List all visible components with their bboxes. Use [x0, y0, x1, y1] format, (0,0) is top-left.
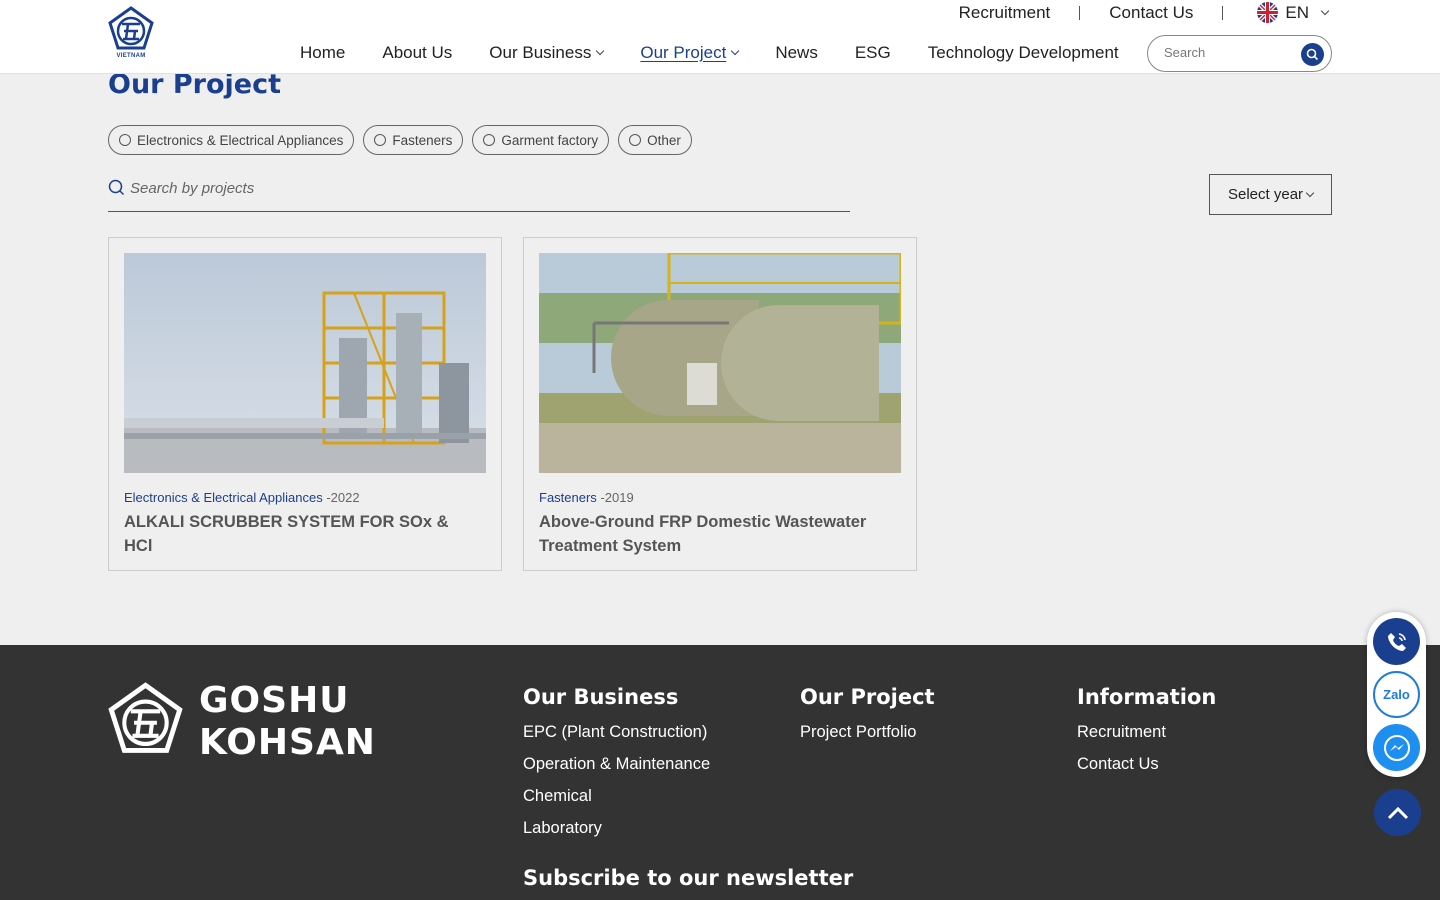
nav-home[interactable]: Home	[300, 43, 345, 63]
filter-other[interactable]: Other	[618, 125, 692, 155]
zalo-button[interactable]: Zalo	[1373, 671, 1420, 718]
nav-technology-development[interactable]: Technology Development	[928, 43, 1119, 63]
year-select-label: Select year	[1228, 186, 1304, 203]
chevron-down-icon	[731, 46, 740, 56]
footer-logo[interactable]	[108, 682, 183, 762]
nav-tech-label: Technology Development	[927, 43, 1119, 62]
header-search-button[interactable]	[1301, 43, 1324, 66]
nav-home-label: Home	[300, 43, 346, 62]
chevron-down-icon	[1320, 6, 1330, 15]
year-select[interactable]: Select year	[1209, 174, 1332, 215]
nav-esg-label: ESG	[854, 43, 891, 62]
nav-news-label: News	[775, 43, 818, 62]
logo-caption: VIETNAM	[116, 53, 146, 59]
project-search	[108, 178, 850, 212]
project-image-scrubber[interactable]	[124, 253, 486, 473]
nav-about-us[interactable]: About Us	[382, 43, 452, 63]
project-category[interactable]: Electronics & Electrical Appliances	[124, 490, 323, 505]
uk-flag-icon	[1257, 2, 1279, 23]
filter-fasteners[interactable]: Fasteners	[363, 125, 464, 155]
header-search-input[interactable]	[1164, 45, 1294, 60]
language-label: EN	[1285, 2, 1309, 22]
project-title[interactable]: ALKALI SCRUBBER SYSTEM FOR SOx & HCl	[124, 510, 474, 558]
filter-label: Fasteners	[392, 132, 453, 148]
header-search	[1147, 35, 1332, 72]
back-to-top-button[interactable]	[1374, 789, 1421, 836]
project-card[interactable]: Fasteners -2019 Above-Ground FRP Domesti…	[523, 237, 917, 571]
radio-icon	[119, 134, 131, 146]
radio-icon	[629, 134, 642, 146]
chevron-down-icon	[1305, 188, 1315, 198]
main-nav: Home About Us Our Business Our Project N…	[300, 43, 1119, 63]
project-image-wastewater[interactable]	[539, 253, 901, 473]
footer-heading: Our Project	[800, 685, 935, 709]
footer-link[interactable]: Project Portfolio	[800, 723, 935, 742]
language-switcher[interactable]: EN	[1257, 2, 1330, 23]
site-footer: GOSHU KOHSAN Our Business EPC (Plant Con…	[0, 645, 1440, 900]
messenger-icon	[1383, 734, 1410, 761]
top-utility-bar: Recruitment Contact Us EN	[959, 2, 1330, 23]
footer-link[interactable]: EPC (Plant Construction)	[523, 723, 710, 742]
brand-line-1: GOSHU	[199, 680, 350, 721]
project-card[interactable]: Electronics & Electrical Appliances -202…	[108, 237, 502, 571]
filter-garment-factory[interactable]: Garment factory	[472, 125, 610, 155]
filter-label: Other	[647, 132, 681, 148]
brand-line-2: KOHSAN	[199, 722, 376, 763]
nav-project-label: Our Project	[640, 43, 727, 62]
radio-icon	[374, 134, 387, 146]
phone-icon	[1387, 632, 1406, 651]
floating-contact-panel: Zalo	[1367, 612, 1426, 777]
project-search-input[interactable]	[130, 180, 730, 197]
category-filters: Electronics & Electrical Appliances Fast…	[108, 125, 692, 155]
footer-link[interactable]: Laboratory	[523, 819, 710, 838]
divider	[1222, 5, 1224, 20]
newsletter-heading: Subscribe to our newsletter	[523, 866, 854, 890]
messenger-button[interactable]	[1373, 724, 1420, 771]
footer-link[interactable]: Operation & Maintenance	[523, 755, 710, 774]
project-title[interactable]: Above-Ground FRP Domestic Wastewater Tre…	[539, 510, 889, 558]
logo-pentagon-icon	[108, 6, 154, 50]
footer-col-information: Information Recruitment Contact Us	[1077, 685, 1216, 787]
site-header: VIETNAM Recruitment Contact Us EN Home A…	[0, 0, 1440, 74]
top-link-contact[interactable]: Contact Us	[1109, 3, 1193, 23]
nav-esg[interactable]: ESG	[855, 43, 891, 63]
footer-heading: Information	[1077, 685, 1217, 709]
phone-button[interactable]	[1373, 618, 1420, 665]
radio-icon	[483, 134, 496, 146]
nav-our-project[interactable]: Our Project	[640, 43, 740, 63]
zalo-label: Zalo	[1383, 687, 1410, 702]
project-year: -2019	[600, 490, 634, 505]
search-icon	[1306, 48, 1319, 61]
footer-link[interactable]: Contact Us	[1077, 755, 1216, 774]
footer-col-project: Our Project Project Portfolio	[800, 685, 935, 755]
top-link-recruitment[interactable]: Recruitment	[959, 3, 1051, 23]
project-meta: Electronics & Electrical Appliances -202…	[124, 490, 360, 505]
footer-heading: Our Business	[523, 685, 679, 709]
divider	[1079, 5, 1081, 20]
site-logo[interactable]: VIETNAM	[108, 6, 154, 60]
search-icon	[108, 179, 125, 196]
filter-label: Electronics & Electrical Appliances	[137, 132, 344, 148]
nav-our-business[interactable]: Our Business	[489, 43, 605, 63]
filter-label: Garment factory	[501, 132, 599, 148]
footer-col-business: Our Business EPC (Plant Construction) Op…	[523, 685, 710, 851]
project-category[interactable]: Fasteners	[539, 490, 597, 505]
filter-electronics[interactable]: Electronics & Electrical Appliances	[108, 125, 355, 155]
chevron-down-icon	[596, 46, 605, 56]
project-year: -2022	[326, 490, 360, 505]
project-meta: Fasteners -2019	[539, 490, 634, 505]
footer-link[interactable]: Chemical	[523, 787, 710, 806]
footer-link[interactable]: Recruitment	[1077, 723, 1216, 742]
nav-business-label: Our Business	[489, 43, 592, 62]
chevron-up-icon	[1387, 806, 1408, 819]
logo-pentagon-icon	[108, 682, 183, 753]
nav-about-label: About Us	[382, 43, 453, 62]
nav-news[interactable]: News	[775, 43, 818, 63]
footer-brand: GOSHU KOHSAN	[199, 680, 376, 764]
